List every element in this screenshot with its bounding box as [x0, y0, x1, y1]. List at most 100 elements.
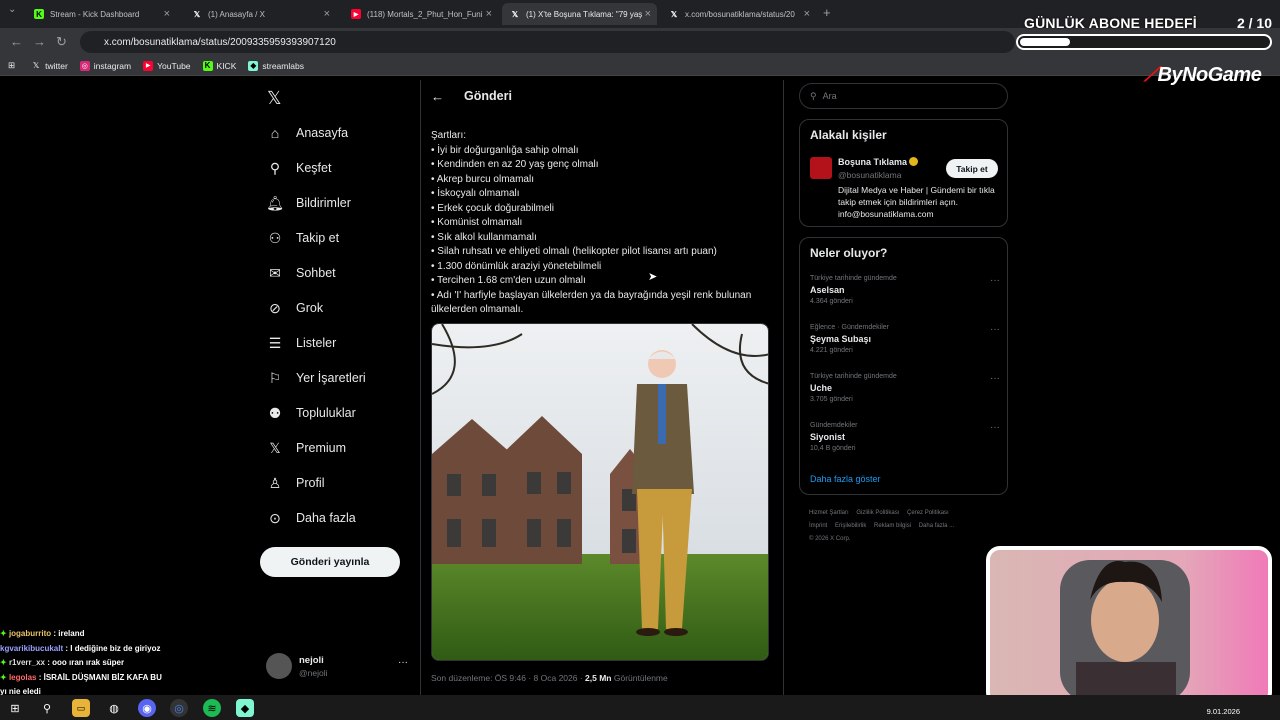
- bookmark-streamlabs[interactable]: ◆ streamlabs: [248, 60, 304, 71]
- nav-label: Topluluklar: [296, 406, 356, 420]
- footer-link[interactable]: Hizmet Şartları: [809, 510, 849, 516]
- app-icon[interactable]: ◍: [105, 699, 123, 717]
- mouse-cursor-icon: ➤: [648, 271, 658, 283]
- footer-links: Hizmet Şartları Gizlilik Politikası Çere…: [809, 507, 1009, 546]
- chat-user: r1verr_xx: [8, 658, 45, 667]
- kick-icon: K: [34, 9, 44, 19]
- nav-item-premium[interactable]: 𝕏 Premium: [266, 439, 346, 457]
- post-line: • Sık alkol kullanmamalı: [431, 231, 537, 243]
- bookmark-kick[interactable]: K KICK: [202, 60, 236, 71]
- trend-context: Eğlence · Gündemdekiler: [810, 324, 889, 331]
- chat-text: : ireland: [51, 629, 85, 638]
- tab-x-status[interactable]: 𝕏 x.com/bosunatiklama/status/20 ×: [661, 3, 816, 25]
- search-placeholder: Ara: [822, 91, 837, 101]
- bookmark-youtube[interactable]: ▶ YouTube: [143, 60, 191, 71]
- trend-item[interactable]: Gündemdekiler Siyonist 10,4 B gönderi ··…: [810, 422, 1000, 452]
- x-logo-icon: 𝕏: [511, 9, 519, 19]
- footer-link[interactable]: İmprint: [809, 523, 827, 529]
- footer-link[interactable]: Reklam bilgisi: [874, 523, 911, 529]
- nav-item-notifications[interactable]: 🔔︎ Bildirimler: [266, 194, 351, 212]
- search-input[interactable]: ⚲ Ara: [799, 83, 1008, 109]
- youtube-icon: ▶: [351, 9, 361, 19]
- post-line: • İyi bir doğurganlığa sahip olmalı: [431, 144, 579, 156]
- discord-icon[interactable]: ◉: [138, 699, 156, 717]
- follow-button[interactable]: Takip et: [946, 159, 998, 178]
- more-options-icon[interactable]: ···: [990, 324, 1000, 335]
- streamlabs-icon[interactable]: ◆: [236, 699, 254, 717]
- nav-item-more[interactable]: ⊙ Daha fazla: [266, 509, 356, 527]
- show-more-link[interactable]: Daha fazla göster: [810, 474, 881, 484]
- footer-link[interactable]: Çerez Politikası: [907, 510, 949, 516]
- grok-icon: ⊘: [269, 299, 281, 316]
- more-options-icon[interactable]: ···: [990, 422, 1000, 433]
- search-icon[interactable]: ⚲: [38, 699, 56, 717]
- more-options-icon[interactable]: ···: [398, 657, 408, 668]
- more-options-icon[interactable]: ···: [990, 275, 1000, 286]
- related-user-bio: Dijital Medya ve Haber | Gündemi bir tık…: [838, 185, 995, 219]
- nav-item-profile[interactable]: ♙ Profil: [266, 474, 325, 492]
- nav-item-lists[interactable]: ☰ Listeler: [266, 334, 337, 352]
- nav-item-chat[interactable]: ✉ Sohbet: [266, 264, 336, 282]
- url-text: x.com/bosunatiklama/status/2009335959393…: [104, 36, 336, 48]
- tab-x-post-active[interactable]: 𝕏 (1) X'te Boşuna Tıklama: "79 yaş ×: [502, 3, 657, 25]
- bookmark-instagram[interactable]: ◎ instagram: [79, 60, 131, 71]
- chat-user: kgvarikibucukalt: [0, 643, 64, 653]
- close-icon[interactable]: ×: [645, 8, 651, 20]
- post-button[interactable]: Gönderi yayınla: [260, 547, 400, 577]
- nav-item-follow[interactable]: ⚇ Takip et: [266, 229, 339, 247]
- kick-icon: K: [202, 60, 213, 71]
- tab-youtube[interactable]: ▶ (118) Mortals_2_Phut_Hon_Funi ×: [343, 3, 498, 25]
- account-name: nejoli: [299, 655, 324, 666]
- x-logo-icon[interactable]: 𝕏: [267, 88, 282, 109]
- tab-search-icon[interactable]: ⌄: [8, 4, 16, 15]
- trend-item[interactable]: Türkiye tarihinde gündemde Uche 3.705 gö…: [810, 373, 1000, 403]
- nav-item-grok[interactable]: ⊘ Grok: [266, 299, 323, 317]
- more-options-icon[interactable]: ···: [990, 373, 1000, 384]
- youtube-icon: ▶: [143, 60, 154, 71]
- bookmarks-bar: ⊞ 𝕏twitter ◎ instagram ▶ YouTube K KICK ◆ st…: [0, 56, 1280, 76]
- tab-kick-dashboard[interactable]: K Stream - Kick Dashboard ×: [26, 3, 176, 25]
- trend-item[interactable]: Türkiye tarihinde gündemde Aselsan 4.364…: [810, 275, 1000, 305]
- close-icon[interactable]: ×: [804, 8, 810, 20]
- nav-item-bookmarks[interactable]: ⚐ Yer İşaretleri: [266, 369, 366, 387]
- post-image[interactable]: [431, 323, 769, 661]
- bookmark-label: streamlabs: [262, 60, 304, 71]
- badge-icon: ✦: [0, 629, 9, 638]
- account-switcher[interactable]: nejoli @nejoli ···: [266, 653, 416, 681]
- back-arrow-icon[interactable]: ←: [431, 89, 444, 104]
- forward-icon[interactable]: →: [33, 34, 46, 49]
- badge-icon: ✦: [0, 658, 9, 667]
- file-explorer-icon[interactable]: ▭: [72, 699, 90, 717]
- trend-name: Aselsan: [810, 285, 845, 295]
- badge-icon: ✦: [0, 672, 9, 682]
- related-user-name[interactable]: Boşuna Tıklama: [838, 157, 919, 167]
- mail-icon: ✉: [269, 264, 281, 281]
- close-icon[interactable]: ×: [486, 8, 492, 20]
- avatar[interactable]: [810, 157, 832, 179]
- new-tab-button[interactable]: +: [823, 5, 831, 20]
- nav-item-communities[interactable]: ⚉ Topluluklar: [266, 404, 356, 422]
- bookmark-twitter[interactable]: 𝕏twitter: [31, 61, 68, 71]
- post-line: • Adı 'I' harfiyle başlayan ülkelerden y…: [431, 289, 752, 316]
- back-icon[interactable]: ←: [10, 34, 23, 49]
- post-line: • Erkek çocuk doğurabilmeli: [431, 202, 554, 214]
- goal-title: GÜNLÜK ABONE HEDEFİ: [1024, 15, 1197, 31]
- footer-link[interactable]: Erişilebilirlik: [835, 523, 866, 529]
- reload-icon[interactable]: ↻: [56, 34, 67, 50]
- trend-item[interactable]: Eğlence · Gündemdekiler Şeyma Subaşı 4.2…: [810, 324, 1000, 354]
- footer-link[interactable]: Daha fazla ...: [919, 523, 954, 529]
- chrome-icon[interactable]: ◎: [170, 699, 188, 717]
- tab-x-home[interactable]: 𝕏 (1) Anasayfa / X ×: [184, 3, 336, 25]
- close-icon[interactable]: ×: [324, 8, 330, 20]
- x-logo-icon: 𝕏: [670, 9, 678, 19]
- close-icon[interactable]: ×: [164, 8, 170, 20]
- windows-start-icon[interactable]: ⊞: [6, 699, 24, 717]
- nav-item-home[interactable]: ⌂ Anasayfa: [266, 124, 348, 142]
- nav-item-explore[interactable]: ⚲ Keşfet: [266, 159, 332, 177]
- bynogame-logo: ⟋ByNoGame: [1144, 64, 1262, 87]
- apps-icon[interactable]: ⊞: [8, 60, 15, 71]
- address-bar[interactable]: x.com/bosunatiklama/status/2009335959393…: [80, 31, 1015, 53]
- nav-label: Sohbet: [296, 266, 336, 280]
- spotify-icon[interactable]: ≋: [203, 699, 221, 717]
- footer-link[interactable]: Gizlilik Politikası: [856, 510, 899, 516]
